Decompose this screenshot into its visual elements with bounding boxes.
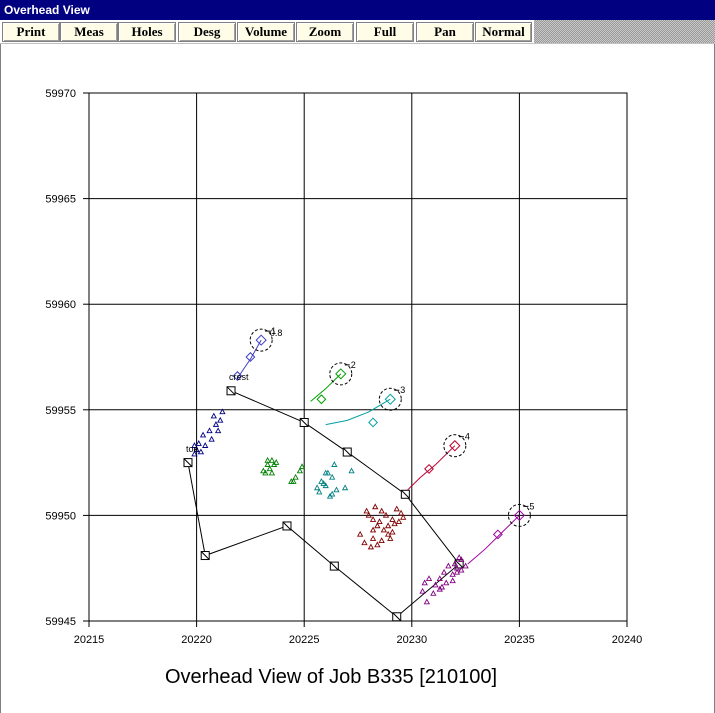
data-point-triangle [369,516,377,522]
hole-number-label: 5 [529,501,534,511]
y-tick-label: 59950 [45,510,76,522]
data-point-triangle [329,473,336,480]
data-point-triangle [374,541,381,548]
y-tick-label: 59970 [45,88,76,100]
data-point-triangle [440,568,448,575]
data-point-triangle [462,562,469,569]
data-point-triangle [423,598,431,605]
data-point-triangle [212,421,220,427]
data-point-triangle [214,427,222,434]
x-tick-label: 20225 [289,634,320,646]
data-point-triangle [329,490,336,497]
data-point-triangle [333,486,340,493]
x-tick-label: 20215 [74,634,105,646]
data-point-triangle [395,518,403,524]
data-point-triangle [389,516,396,522]
data-point-triangle [430,590,437,596]
data-point-triangle [445,562,452,569]
data-point-triangle [264,461,271,467]
data-point-triangle [313,484,321,491]
data-point-triangle [374,522,381,529]
data-point-triangle [397,509,405,516]
y-tick-label: 59955 [45,405,76,417]
annotation-label: toe [186,444,199,454]
data-point-triangle [361,539,368,546]
data-point-triangle [217,416,224,423]
data-point-triangle [369,535,377,541]
hole-trace-diamond [368,417,379,428]
hole-trace-diamond [316,394,327,405]
data-point-triangle [455,554,463,560]
data-point-triangle [376,518,383,524]
data-point-triangle [453,568,461,575]
hole-trace-diamond [492,529,503,540]
hole-number-label: 3 [400,385,405,395]
data-point-triangle [268,456,276,463]
data-point-triangle [331,461,338,467]
data-point-triangle [208,435,215,442]
data-point-triangle [393,505,400,512]
data-point-triangle [266,465,273,472]
overhead-plot[interactable]: 20215 20220 20225 20230 20235 20240 59945 59950… [0,0,715,713]
x-tick-label: 20235 [504,634,535,646]
data-point-triangle [210,412,217,419]
data-point-triangle [421,579,428,586]
data-point-triangle [199,431,207,438]
plot-area-border [88,92,628,622]
data-point-triangle [292,473,299,480]
hole-trace-line [310,373,342,402]
data-point-triangle [341,484,349,491]
data-point-triangle [356,530,364,537]
data-point-triangle [206,427,213,434]
y-tick-label: 59945 [45,616,76,628]
data-point-triangle [268,469,276,476]
x-tick-label: 20230 [397,634,428,646]
hole-trace-line [325,398,391,426]
y-tick-label: 59960 [45,299,76,311]
data-point-triangle [296,467,304,474]
data-point-triangle [449,577,456,584]
annotation-label: crest [229,372,249,382]
data-point-triangle [372,503,379,510]
data-point-triangle [363,507,370,514]
chart-title: Overhead View of Job B335 [210100] [164,666,498,688]
hole-number-label: 4 [465,432,470,442]
data-point-triangle [380,526,387,533]
data-point-triangle [419,587,426,594]
hole-trace-diamond [424,463,434,474]
hole-trace-line [407,445,456,491]
hole-number-label: 2 [351,360,356,370]
data-point-triangle [348,467,355,474]
data-point-triangle [443,579,450,586]
data-point-triangle [378,537,385,543]
data-point-triangle [438,583,446,590]
data-point-triangle [367,543,375,550]
data-point-triangle [425,575,433,582]
data-point-triangle [197,448,205,455]
data-point-triangle [316,488,323,495]
data-point-triangle [384,522,392,529]
annotation-label: 0.8 [270,328,283,338]
data-point-triangle [387,535,394,541]
survey-polyline [187,390,460,618]
x-tick-label: 20240 [612,634,643,646]
data-point-triangle [273,459,280,465]
data-point-triangle [369,526,377,533]
y-tick-label: 59965 [45,194,76,206]
x-tick-label: 20220 [181,634,212,646]
data-point-triangle [202,442,209,448]
data-point-triangle [389,528,396,535]
data-point-triangle [378,507,385,514]
